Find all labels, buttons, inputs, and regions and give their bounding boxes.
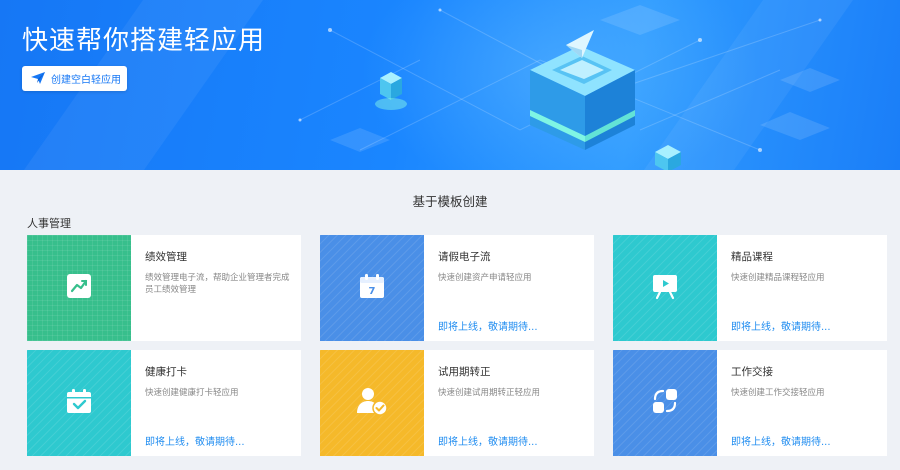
calendar-check-icon — [65, 387, 93, 419]
small-cube-left — [375, 72, 407, 110]
card-thumbnail — [27, 235, 131, 341]
user-check-icon — [356, 386, 388, 420]
template-card-courses[interactable]: 精品课程 快速创建精品课程轻应用 即将上线，敬请期待... — [613, 235, 887, 341]
card-description: 快速创建试用期转正轻应用 — [438, 388, 541, 398]
card-description: 快速创建健康打卡轻应用 — [145, 388, 239, 398]
handover-icon — [651, 387, 679, 419]
card-thumbnail — [613, 350, 717, 456]
template-card-handover[interactable]: 工作交接 快速创建工作交接轻应用 即将上线，敬请期待... — [613, 350, 887, 456]
card-description: 快速创建资产申请轻应用 — [438, 273, 532, 283]
card-coming-soon: 即将上线，敬请期待... — [731, 437, 831, 448]
section-title: 基于模板创建 — [412, 194, 488, 209]
card-thumbnail — [27, 350, 131, 456]
card-description: 绩效管理电子流，帮助企业管理者完成员工绩效管理 — [145, 273, 290, 295]
card-name: 请假电子流 — [438, 251, 491, 263]
chart-trend-icon — [66, 273, 92, 303]
card-thumbnail — [320, 350, 424, 456]
card-coming-soon: 即将上线，敬请期待... — [145, 437, 245, 448]
card-description: 快速创建精品课程轻应用 — [731, 273, 825, 283]
svg-text:7: 7 — [369, 286, 376, 297]
template-card-health-checkin[interactable]: 健康打卡 快速创建健康打卡轻应用 即将上线，敬请期待... — [27, 350, 301, 456]
card-coming-soon: 即将上线，敬请期待... — [438, 322, 538, 333]
template-card-leave-flow[interactable]: 7 请假电子流 快速创建资产申请轻应用 即将上线，敬请期待... — [320, 235, 594, 341]
small-cube-right — [655, 145, 681, 170]
card-name: 绩效管理 — [145, 251, 187, 263]
create-blank-app-button[interactable]: 创建空白轻应用 — [22, 66, 127, 91]
create-blank-app-label: 创建空白轻应用 — [51, 75, 121, 86]
card-name: 精品课程 — [731, 251, 773, 263]
card-name: 试用期转正 — [438, 366, 491, 378]
calendar-7-icon: 7 — [358, 272, 386, 304]
card-thumbnail: 7 — [320, 235, 424, 341]
card-coming-soon: 即将上线，敬请期待... — [731, 322, 831, 333]
presentation-play-icon — [651, 272, 679, 304]
paper-plane-icon — [31, 69, 45, 88]
hero-title: 快速帮你搭建轻应用 — [22, 26, 266, 56]
card-thumbnail — [613, 235, 717, 341]
template-card-performance[interactable]: 绩效管理 绩效管理电子流，帮助企业管理者完成员工绩效管理 — [27, 235, 301, 341]
box-illustration — [530, 46, 635, 150]
hero-banner: 快速帮你搭建轻应用 创建空白轻应用 — [0, 0, 900, 170]
group-title: 人事管理 — [27, 217, 71, 230]
card-name: 健康打卡 — [145, 366, 187, 378]
card-description: 快速创建工作交接轻应用 — [731, 388, 825, 398]
card-coming-soon: 即将上线，敬请期待... — [438, 437, 538, 448]
card-name: 工作交接 — [731, 366, 773, 378]
template-card-probation[interactable]: 试用期转正 快速创建试用期转正轻应用 即将上线，敬请期待... — [320, 350, 594, 456]
